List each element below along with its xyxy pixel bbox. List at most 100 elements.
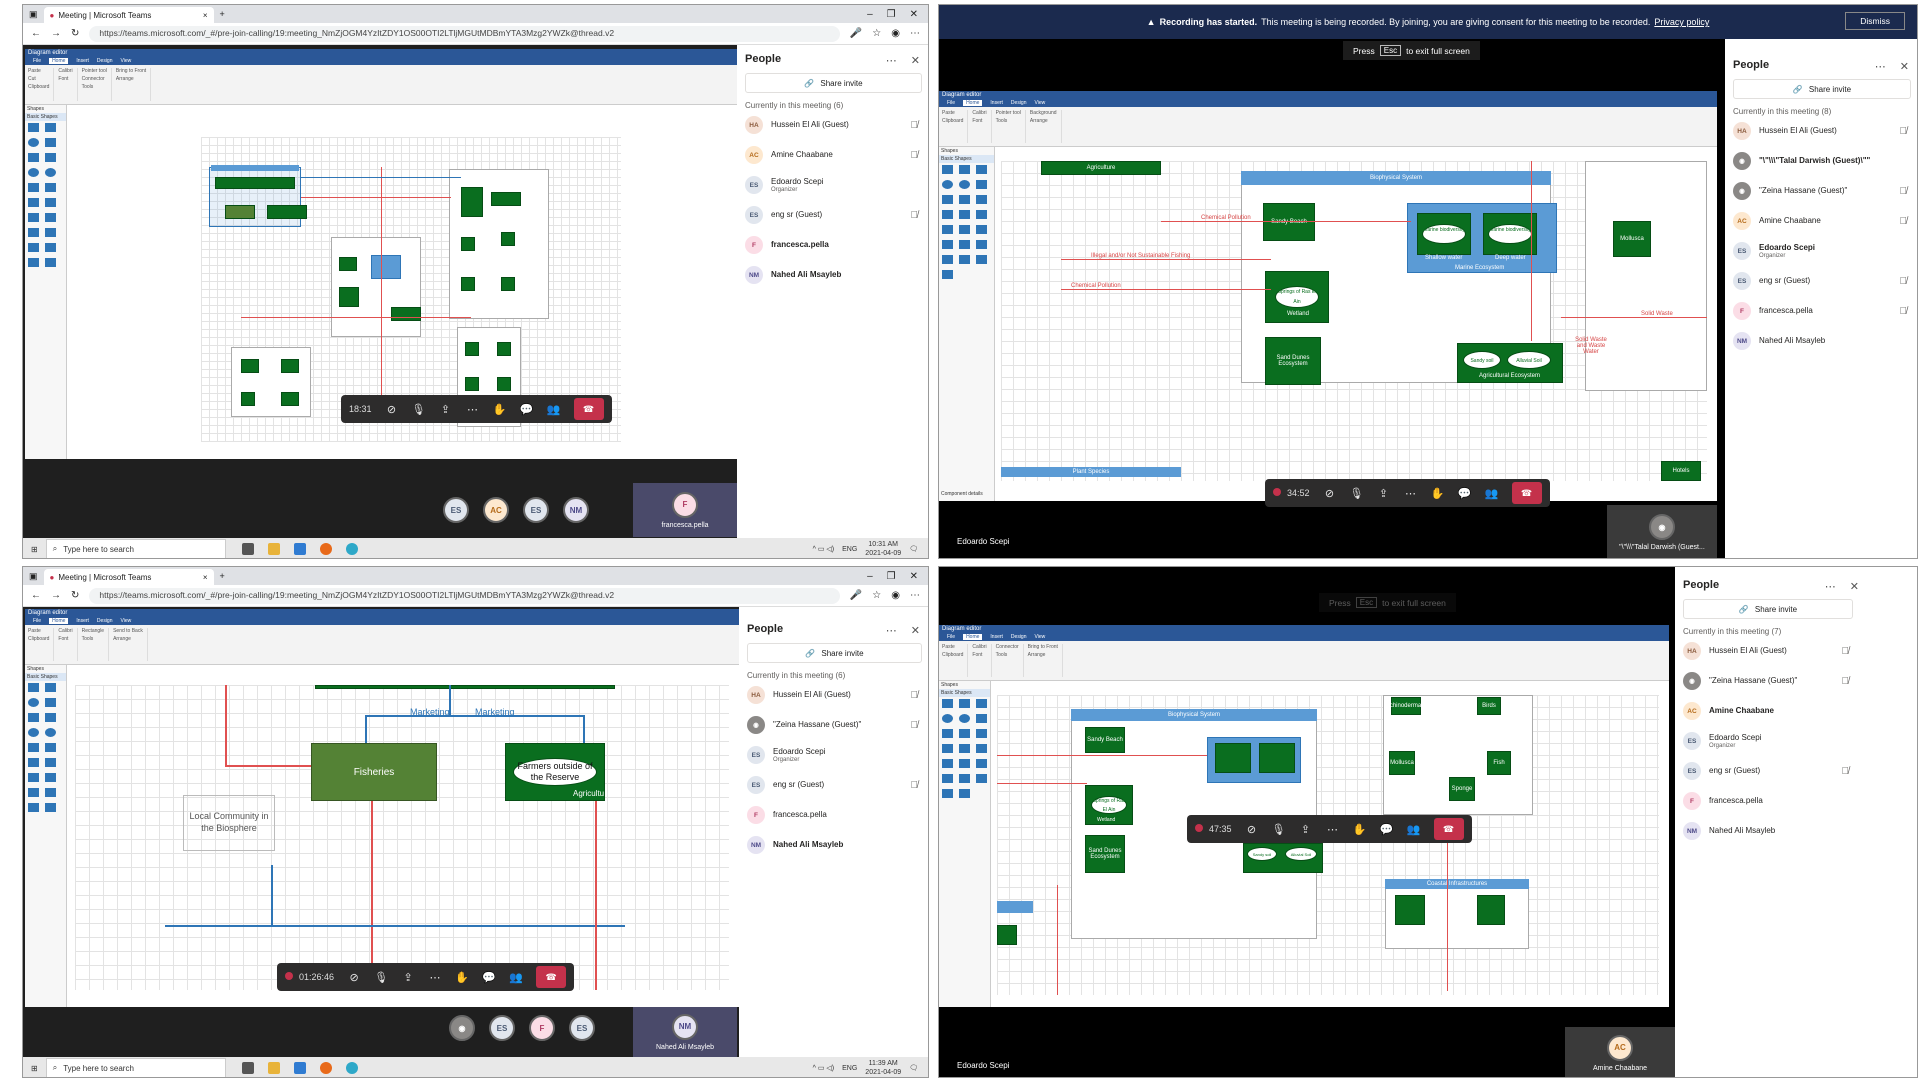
participant-row[interactable]: ◉ "Zeina Hassane (Guest)" 🎙̸ (1733, 176, 1911, 206)
local-community-text[interactable]: Local Community in the Biosphere (183, 795, 275, 851)
participant-row[interactable]: HA Hussein El Ali (Guest) 🎙̸ (745, 110, 922, 140)
font-select[interactable]: Calibri (972, 644, 986, 650)
more-actions-icon[interactable]: ⋯ (1404, 487, 1418, 500)
camera-off-icon[interactable]: ⊘ (1245, 823, 1259, 836)
bring-front-button[interactable]: Bring to Front (1028, 644, 1058, 650)
tab-file[interactable]: File (947, 634, 955, 640)
new-tab-button[interactable]: + (220, 9, 225, 19)
chat-icon[interactable]: 💬 (520, 403, 534, 416)
edge-icon[interactable] (345, 1062, 358, 1074)
participant-row[interactable]: ES Edoardo Scepi Organizer (1683, 726, 1853, 756)
tab-view[interactable]: View (1035, 634, 1046, 640)
mic-off-icon[interactable]: 🎙 (412, 403, 426, 416)
participant-row[interactable]: ES eng sr (Guest) 🎙̸ (745, 200, 922, 230)
shape[interactable] (501, 277, 515, 291)
tab-home[interactable]: Home (963, 634, 983, 640)
profile-icon[interactable]: ◉ (891, 590, 900, 601)
tab-insert[interactable]: Insert (990, 634, 1003, 640)
shape[interactable] (281, 359, 299, 373)
close-icon[interactable]: ✕ (911, 624, 920, 637)
shape[interactable] (497, 342, 511, 356)
back-icon[interactable]: ← (31, 590, 41, 601)
hang-up-button[interactable]: ☎ (1511, 482, 1542, 504)
tab-view[interactable]: View (1035, 100, 1046, 106)
meeting-section[interactable]: Currently in this meeting (6) (745, 101, 922, 110)
avatar[interactable]: NM (563, 497, 589, 523)
share-invite-button[interactable]: 🔗 Share invite (1683, 599, 1853, 619)
participant-row[interactable]: Ffrancesca.pella (747, 800, 922, 830)
shape[interactable] (997, 925, 1017, 945)
basic-shapes-item[interactable]: Basic Shapes (25, 673, 66, 681)
fish-shape[interactable]: Fish (1487, 751, 1511, 775)
sidebar-icon[interactable]: ▣ (29, 9, 38, 20)
url-field[interactable]: https://teams.microsoft.com/_#/pre-join-… (89, 587, 840, 604)
participants-icon[interactable]: 👥 (509, 971, 523, 984)
shape[interactable] (241, 359, 259, 373)
tab-design[interactable]: Design (97, 618, 113, 624)
participant-row[interactable]: Ffrancesca.pella (745, 230, 922, 260)
taskbar-search[interactable]: ⌕ Type here to search (45, 539, 226, 558)
share-icon[interactable]: ⇪ (401, 971, 415, 984)
shape[interactable] (241, 392, 255, 406)
mollusca-shape[interactable]: Mollusca (1389, 751, 1415, 775)
marine-shape[interactable]: Marine biodiversity (1483, 213, 1537, 255)
pip-video[interactable]: NM Nahed Ali Msayleb (633, 1007, 737, 1057)
tab-file[interactable]: File (33, 618, 41, 624)
avatar[interactable]: AC (483, 497, 509, 523)
file-explorer-icon[interactable] (267, 1062, 280, 1074)
marine-shape[interactable] (1215, 743, 1251, 773)
more-icon[interactable]: ⋯ (886, 54, 897, 67)
raise-hand-icon[interactable]: ✋ (493, 403, 507, 416)
fisheries-shape[interactable]: Fisheries (311, 743, 437, 801)
favorites-icon[interactable]: ☆ (872, 28, 881, 39)
hang-up-button[interactable]: ☎ (1433, 818, 1464, 840)
tab-file[interactable]: File (33, 58, 41, 64)
tab-home[interactable]: Home (49, 618, 69, 624)
participant-row[interactable]: NM Nahed Ali Msayleb (1733, 326, 1911, 356)
language[interactable]: ENG (842, 546, 857, 553)
mail-icon[interactable] (293, 543, 306, 555)
participant-row[interactable]: AC Amine Chaabane (1683, 696, 1853, 726)
paste-button[interactable]: Paste (942, 644, 963, 650)
tab-home[interactable]: Home (49, 58, 69, 64)
meeting-section[interactable]: Currently in this meeting (6) (747, 671, 922, 680)
tab-view[interactable]: View (121, 58, 132, 64)
tab-insert[interactable]: Insert (76, 58, 89, 64)
participant-row[interactable]: NM Nahed Ali Msayleb (747, 830, 922, 860)
shape[interactable] (491, 192, 521, 206)
tab-insert[interactable]: Insert (990, 100, 1003, 106)
task-view-icon[interactable] (241, 543, 254, 555)
windows-icon[interactable]: ⊞ (31, 545, 38, 554)
more-icon[interactable]: ⋯ (886, 624, 897, 637)
profile-icon[interactable]: ◉ (891, 28, 900, 39)
avatar[interactable]: ES (489, 1015, 515, 1041)
avatar[interactable]: ◉ (449, 1015, 475, 1041)
avatar[interactable]: ES (569, 1015, 595, 1041)
mic-off-icon[interactable]: 🎙 (1272, 823, 1286, 836)
shape[interactable] (1477, 895, 1505, 925)
birds-shape[interactable]: Birds (1477, 697, 1501, 715)
pointer-tool[interactable]: Pointer tool (996, 110, 1021, 116)
clock[interactable]: 10:31 AM 2021-04-09 (865, 540, 901, 558)
participants-icon[interactable]: 👥 (1485, 487, 1499, 500)
basic-shapes-item[interactable]: Basic Shapes (939, 689, 990, 697)
marine-shape[interactable]: Marine biodiversity (1417, 213, 1471, 255)
more-actions-icon[interactable]: ⋯ (428, 971, 442, 984)
shape[interactable] (339, 287, 359, 307)
participant-row[interactable]: ES eng sr (Guest) 🎙̸ (747, 770, 922, 800)
shape[interactable] (461, 187, 483, 217)
shape[interactable] (1395, 895, 1425, 925)
hotels-shape[interactable]: Hotels (1661, 461, 1701, 481)
file-explorer-icon[interactable] (267, 543, 280, 555)
mollusca-shape[interactable]: Mollusca (1613, 221, 1651, 257)
tab-insert[interactable]: Insert (76, 618, 89, 624)
taskbar-search[interactable]: ⌕ Type here to search (45, 1058, 226, 1077)
paste-button[interactable]: Paste (942, 110, 963, 116)
more-icon[interactable]: ⋯ (1875, 60, 1886, 73)
close-icon[interactable]: ✕ (1900, 60, 1909, 73)
paste-button[interactable]: Paste (28, 628, 49, 634)
shape[interactable] (497, 377, 511, 391)
echino-shape[interactable]: Echinodermata (1386, 697, 1426, 715)
hang-up-button[interactable]: ☎ (573, 398, 604, 420)
participant-row[interactable]: ES Edoardo Scepi Organizer (1733, 236, 1911, 266)
